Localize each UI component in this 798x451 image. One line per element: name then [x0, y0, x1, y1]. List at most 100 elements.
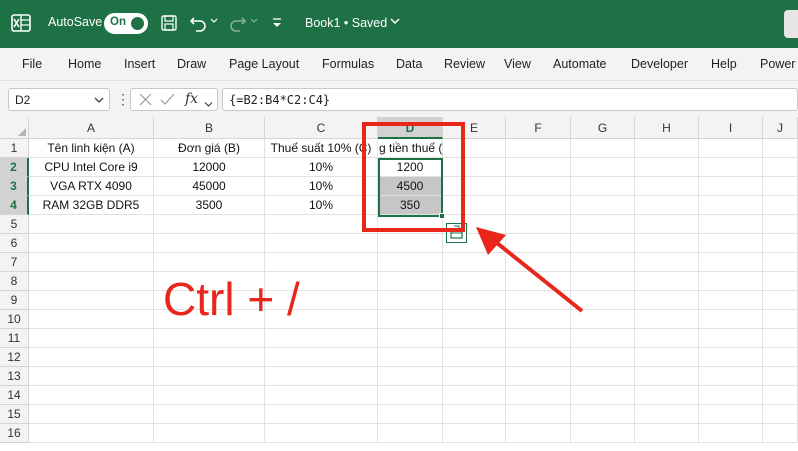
grid-cell[interactable]: [506, 424, 571, 443]
grid-cell[interactable]: [29, 291, 154, 310]
tab-review[interactable]: Review: [444, 57, 485, 71]
tab-formulas[interactable]: Formulas: [322, 57, 374, 71]
column-header-j[interactable]: J: [763, 117, 798, 139]
grid-cell[interactable]: [699, 291, 763, 310]
grid-cell[interactable]: [571, 405, 635, 424]
grid-cell[interactable]: [763, 253, 798, 272]
grid-cell[interactable]: [635, 139, 699, 158]
grid-cell[interactable]: [29, 329, 154, 348]
grid-cell[interactable]: [571, 139, 635, 158]
chevron-down-icon[interactable]: [390, 16, 400, 26]
grid-cell[interactable]: [571, 348, 635, 367]
grid-cell[interactable]: [635, 386, 699, 405]
tab-help[interactable]: Help: [711, 57, 737, 71]
grid-cell[interactable]: [635, 291, 699, 310]
grid-cell[interactable]: [378, 272, 443, 291]
grid-cell[interactable]: [265, 348, 378, 367]
row-header-15[interactable]: 15: [0, 405, 29, 424]
tab-insert[interactable]: Insert: [124, 57, 155, 71]
chevron-down-icon[interactable]: [94, 94, 104, 104]
grid-cell[interactable]: [699, 196, 763, 215]
grid-cell[interactable]: [763, 405, 798, 424]
grid-cell[interactable]: [265, 405, 378, 424]
grid-cell[interactable]: [154, 405, 265, 424]
grid-cell[interactable]: [699, 253, 763, 272]
insert-function-button[interactable]: fx: [185, 91, 198, 107]
grid-cell[interactable]: [378, 405, 443, 424]
grid-cell[interactable]: [763, 329, 798, 348]
grid-cell[interactable]: [265, 215, 378, 234]
grid-cell[interactable]: [29, 405, 154, 424]
grid-cell[interactable]: [699, 310, 763, 329]
grid-cell[interactable]: [506, 158, 571, 177]
formula-input[interactable]: {=B2:B4*C2:C4}: [222, 88, 798, 111]
grid-cell[interactable]: [699, 367, 763, 386]
grid-cell[interactable]: [763, 196, 798, 215]
column-header-f[interactable]: F: [506, 117, 571, 139]
cell-b2[interactable]: 12000: [154, 158, 265, 177]
grid-cell[interactable]: [154, 348, 265, 367]
grid-cell[interactable]: [29, 272, 154, 291]
tab-developer[interactable]: Developer: [631, 57, 688, 71]
grid-cell[interactable]: [443, 405, 506, 424]
grid-cell[interactable]: [378, 348, 443, 367]
grid-cell[interactable]: [699, 272, 763, 291]
grid-cell[interactable]: [378, 291, 443, 310]
grid-cell[interactable]: [635, 234, 699, 253]
grid-cell[interactable]: [699, 405, 763, 424]
grid-cell[interactable]: [763, 291, 798, 310]
grid-cell[interactable]: [699, 215, 763, 234]
grid-cell[interactable]: [571, 329, 635, 348]
tab-draw[interactable]: Draw: [177, 57, 206, 71]
column-header-g[interactable]: G: [571, 117, 635, 139]
row-header-13[interactable]: 13: [0, 367, 29, 386]
grid-cell[interactable]: [378, 424, 443, 443]
grid-cell[interactable]: [265, 234, 378, 253]
autosave-toggle[interactable]: On: [104, 13, 148, 34]
grid-cell[interactable]: [29, 253, 154, 272]
grid-cell[interactable]: [699, 234, 763, 253]
cell-d4[interactable]: 350: [378, 196, 443, 215]
cell-a4[interactable]: RAM 32GB DDR5: [29, 196, 154, 215]
grid-cell[interactable]: [699, 158, 763, 177]
grid-cell[interactable]: [635, 253, 699, 272]
grid-cell[interactable]: [378, 215, 443, 234]
row-header-12[interactable]: 12: [0, 348, 29, 367]
grid-cell[interactable]: [29, 386, 154, 405]
grid-cell[interactable]: [506, 177, 571, 196]
cell-b3[interactable]: 45000: [154, 177, 265, 196]
cell-c1[interactable]: Thuế suất 10% (C): [265, 139, 378, 158]
grid-cell[interactable]: [763, 158, 798, 177]
grid-cell[interactable]: [571, 196, 635, 215]
more-options-icon[interactable]: ⋮: [116, 91, 130, 108]
grid-cell[interactable]: [378, 329, 443, 348]
grid-cell[interactable]: [154, 386, 265, 405]
grid-cell[interactable]: [763, 310, 798, 329]
grid-cell[interactable]: [443, 196, 506, 215]
grid-cell[interactable]: [443, 329, 506, 348]
grid-cell[interactable]: [154, 424, 265, 443]
grid-cell[interactable]: [154, 215, 265, 234]
grid-cell[interactable]: [699, 177, 763, 196]
grid-cell[interactable]: [506, 405, 571, 424]
tab-data[interactable]: Data: [396, 57, 422, 71]
cell-a3[interactable]: VGA RTX 4090: [29, 177, 154, 196]
grid-cell[interactable]: [443, 139, 506, 158]
column-header-i[interactable]: I: [699, 117, 763, 139]
grid-cell[interactable]: [763, 215, 798, 234]
grid-cell[interactable]: [763, 234, 798, 253]
row-header-8[interactable]: 8: [0, 272, 29, 291]
redo-dropdown-icon[interactable]: [250, 18, 258, 24]
grid-cell[interactable]: [154, 253, 265, 272]
tab-home[interactable]: Home: [68, 57, 101, 71]
column-header-h[interactable]: H: [635, 117, 699, 139]
grid-cell[interactable]: [763, 348, 798, 367]
fill-handle[interactable]: [439, 213, 445, 219]
grid-cell[interactable]: [635, 177, 699, 196]
undo-dropdown-icon[interactable]: [210, 18, 218, 24]
column-header-c[interactable]: C: [265, 117, 378, 139]
grid-cell[interactable]: [571, 177, 635, 196]
grid-cell[interactable]: [635, 158, 699, 177]
grid-cell[interactable]: [635, 196, 699, 215]
grid-cell[interactable]: [699, 329, 763, 348]
